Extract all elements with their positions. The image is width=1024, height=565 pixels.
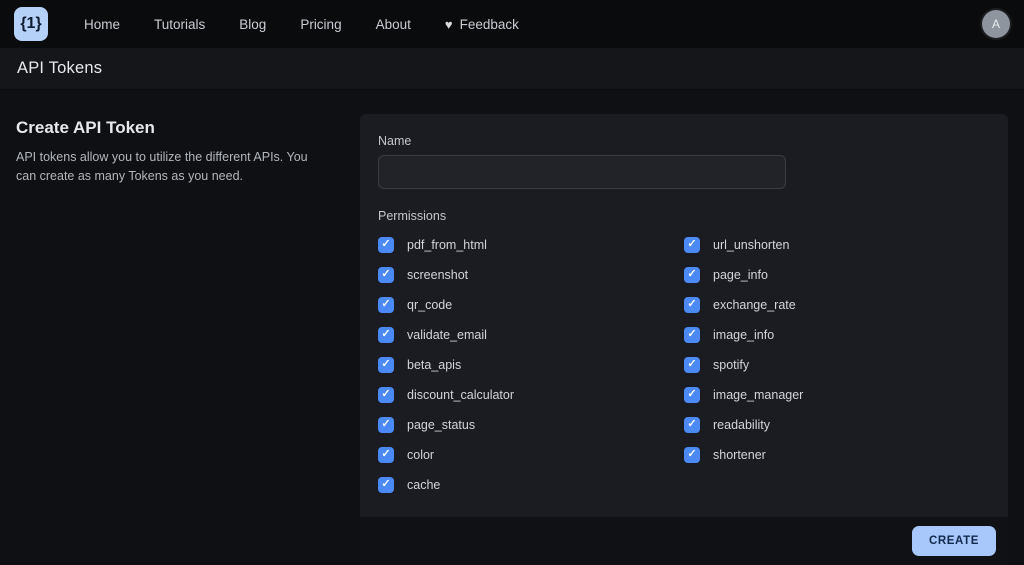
permission-item-exchange_rate[interactable]: ✓ exchange_rate bbox=[684, 295, 990, 314]
permission-label: validate_email bbox=[407, 328, 487, 342]
permission-item-page_status[interactable]: ✓ page_status bbox=[378, 415, 684, 434]
permission-label: exchange_rate bbox=[713, 298, 796, 312]
permission-label: screenshot bbox=[407, 268, 468, 282]
nav-item-feedback-label: Feedback bbox=[460, 17, 519, 32]
permission-label: url_unshorten bbox=[713, 238, 789, 252]
permission-item-cache[interactable]: ✓ cache bbox=[378, 475, 684, 494]
permission-label: qr_code bbox=[407, 298, 452, 312]
checkbox-screenshot[interactable]: ✓ bbox=[378, 267, 394, 283]
create-token-card: Name Permissions ✓ pdf_from_html ✓ screensh… bbox=[360, 114, 1008, 565]
intro-description: API tokens allow you to utilize the diff… bbox=[16, 148, 326, 187]
checkbox-image_manager[interactable]: ✓ bbox=[684, 387, 700, 403]
intro-title: Create API Token bbox=[16, 118, 332, 138]
permission-item-spotify[interactable]: ✓ spotify bbox=[684, 355, 990, 374]
permission-label: image_info bbox=[713, 328, 774, 342]
permission-item-image_info[interactable]: ✓ image_info bbox=[684, 325, 990, 344]
permission-label: pdf_from_html bbox=[407, 238, 487, 252]
checkbox-page_info[interactable]: ✓ bbox=[684, 267, 700, 283]
nav-item-blog[interactable]: Blog bbox=[239, 17, 266, 32]
permissions-column-left: ✓ pdf_from_html ✓ screenshot ✓ qr_code ✓ valida… bbox=[378, 235, 684, 494]
page-header: API Tokens bbox=[0, 48, 1024, 90]
permission-label: page_info bbox=[713, 268, 768, 282]
checkbox-validate_email[interactable]: ✓ bbox=[378, 327, 394, 343]
permission-item-pdf_from_html[interactable]: ✓ pdf_from_html bbox=[378, 235, 684, 254]
create-token-form: Name Permissions ✓ pdf_from_html ✓ screensh… bbox=[360, 114, 1008, 517]
permission-label: spotify bbox=[713, 358, 749, 372]
nav-item-pricing[interactable]: Pricing bbox=[300, 17, 341, 32]
permissions-label: Permissions bbox=[378, 209, 990, 223]
permission-label: image_manager bbox=[713, 388, 803, 402]
heart-icon: ♥ bbox=[445, 17, 453, 32]
permission-item-url_unshorten[interactable]: ✓ url_unshorten bbox=[684, 235, 990, 254]
checkbox-readability[interactable]: ✓ bbox=[684, 417, 700, 433]
checkbox-pdf_from_html[interactable]: ✓ bbox=[378, 237, 394, 253]
intro-column: Create API Token API tokens allow you to… bbox=[16, 114, 360, 565]
checkbox-exchange_rate[interactable]: ✓ bbox=[684, 297, 700, 313]
permission-item-shortener[interactable]: ✓ shortener bbox=[684, 445, 990, 464]
permission-label: cache bbox=[407, 478, 440, 492]
permission-item-screenshot[interactable]: ✓ screenshot bbox=[378, 265, 684, 284]
permissions-column-right: ✓ url_unshorten ✓ page_info ✓ exchange_rate ✓ i… bbox=[684, 235, 990, 494]
permission-item-page_info[interactable]: ✓ page_info bbox=[684, 265, 990, 284]
app-logo[interactable]: {1} bbox=[14, 7, 48, 41]
nav-item-feedback[interactable]: ♥ Feedback bbox=[445, 17, 519, 32]
checkbox-url_unshorten[interactable]: ✓ bbox=[684, 237, 700, 253]
checkbox-beta_apis[interactable]: ✓ bbox=[378, 357, 394, 373]
checkbox-discount_calculator[interactable]: ✓ bbox=[378, 387, 394, 403]
permission-label: discount_calculator bbox=[407, 388, 514, 402]
permission-label: color bbox=[407, 448, 434, 462]
checkbox-qr_code[interactable]: ✓ bbox=[378, 297, 394, 313]
content: Create API Token API tokens allow you to… bbox=[0, 90, 1024, 565]
permission-item-qr_code[interactable]: ✓ qr_code bbox=[378, 295, 684, 314]
nav-item-home[interactable]: Home bbox=[84, 17, 120, 32]
checkbox-page_status[interactable]: ✓ bbox=[378, 417, 394, 433]
nav-item-tutorials[interactable]: Tutorials bbox=[154, 17, 205, 32]
permission-item-discount_calculator[interactable]: ✓ discount_calculator bbox=[378, 385, 684, 404]
nav-links: Home Tutorials Blog Pricing About ♥ Feed… bbox=[84, 17, 519, 32]
checkbox-image_info[interactable]: ✓ bbox=[684, 327, 700, 343]
permission-label: beta_apis bbox=[407, 358, 461, 372]
name-input[interactable] bbox=[378, 155, 786, 189]
navbar: {1} Home Tutorials Blog Pricing About ♥ … bbox=[0, 0, 1024, 48]
permission-label: shortener bbox=[713, 448, 766, 462]
checkbox-cache[interactable]: ✓ bbox=[378, 477, 394, 493]
card-footer: CREATE bbox=[360, 517, 1008, 565]
name-label: Name bbox=[378, 134, 990, 148]
checkbox-color[interactable]: ✓ bbox=[378, 447, 394, 463]
permission-item-validate_email[interactable]: ✓ validate_email bbox=[378, 325, 684, 344]
checkbox-shortener[interactable]: ✓ bbox=[684, 447, 700, 463]
permission-label: page_status bbox=[407, 418, 475, 432]
permission-label: readability bbox=[713, 418, 770, 432]
page-title: API Tokens bbox=[17, 59, 102, 78]
checkbox-spotify[interactable]: ✓ bbox=[684, 357, 700, 373]
permissions-grid: ✓ pdf_from_html ✓ screenshot ✓ qr_code ✓ valida… bbox=[378, 235, 990, 494]
avatar[interactable]: A bbox=[982, 10, 1010, 38]
permission-item-color[interactable]: ✓ color bbox=[378, 445, 684, 464]
permission-item-image_manager[interactable]: ✓ image_manager bbox=[684, 385, 990, 404]
nav-item-about[interactable]: About bbox=[376, 17, 411, 32]
create-button[interactable]: CREATE bbox=[912, 526, 996, 556]
permission-item-readability[interactable]: ✓ readability bbox=[684, 415, 990, 434]
permission-item-beta_apis[interactable]: ✓ beta_apis bbox=[378, 355, 684, 374]
